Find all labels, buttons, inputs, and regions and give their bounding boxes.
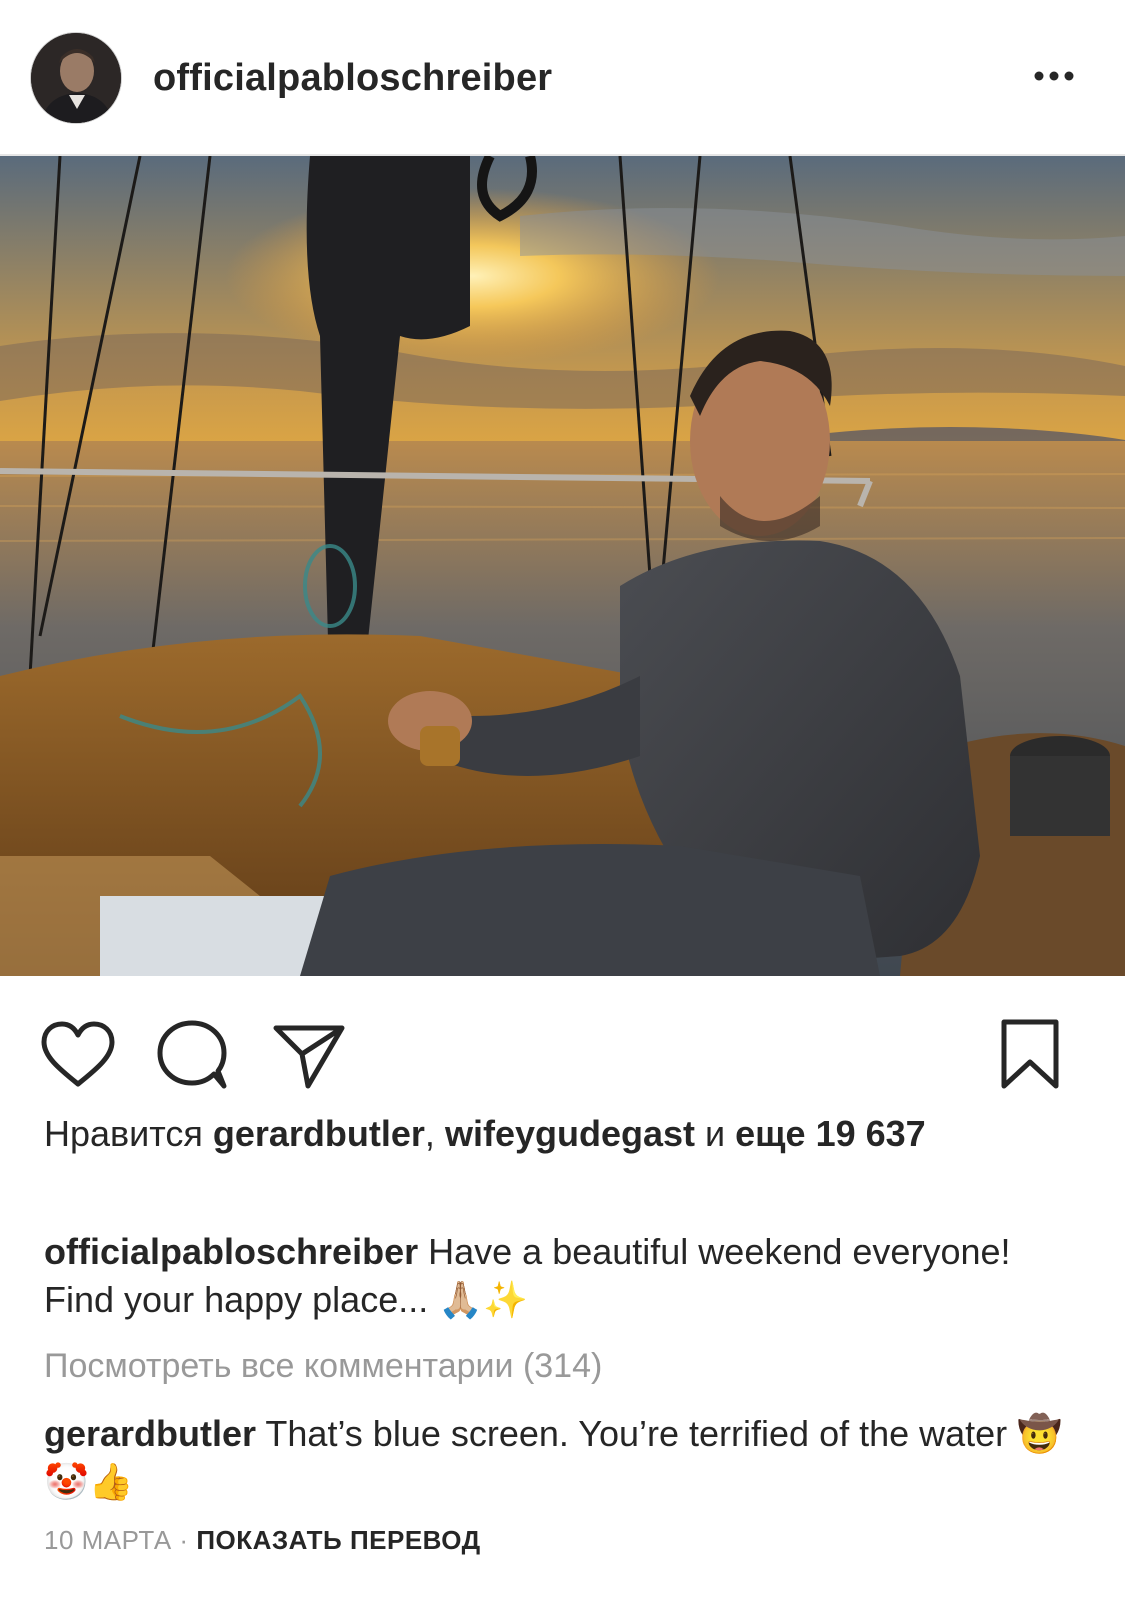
show-translation-link[interactable]: ПОКАЗАТЬ ПЕРЕВОД [196,1525,480,1555]
liker-username[interactable]: wifeygudegast [445,1113,695,1154]
avatar[interactable] [30,32,122,124]
likes-prefix: Нравится [44,1113,203,1154]
caption-username[interactable]: officialpabloschreiber [44,1231,418,1272]
likes-summary: Нравится gerardbutler, wifeygudegast и е… [44,1110,1084,1158]
likes-count: 19 637 [815,1113,926,1154]
comment-username[interactable]: gerardbutler [44,1413,256,1454]
ellipsis-icon[interactable] [1029,60,1079,90]
post-header: officialpabloschreiber [0,0,1125,156]
comment-item: gerardbutler That’s blue screen. You’re … [44,1410,1084,1506]
likes-separator: , [424,1113,435,1154]
bookmark-icon[interactable] [990,1016,1070,1096]
likes-conjunction: и [705,1113,726,1154]
likes-more[interactable]: еще 19 637 [735,1113,926,1154]
view-all-comments-link[interactable]: Посмотреть все комментарии (314) [44,1342,602,1390]
footer-dot: · [179,1525,189,1555]
post-date: 10 МАРТА [44,1525,172,1555]
post-caption: officialpabloschreiber Have a beautiful … [44,1228,1084,1324]
post-photo[interactable] [0,156,1125,976]
post-username[interactable]: officialpabloschreiber [153,52,552,104]
heart-icon[interactable] [38,1016,118,1096]
likes-more-word: еще [735,1113,806,1154]
paper-plane-icon[interactable] [268,1016,348,1096]
comment-icon[interactable] [152,1016,232,1096]
action-bar [0,1010,1125,1100]
post-footer: 10 МАРТА · ПОКАЗАТЬ ПЕРЕВОД [44,1522,481,1558]
liker-username[interactable]: gerardbutler [213,1113,425,1154]
